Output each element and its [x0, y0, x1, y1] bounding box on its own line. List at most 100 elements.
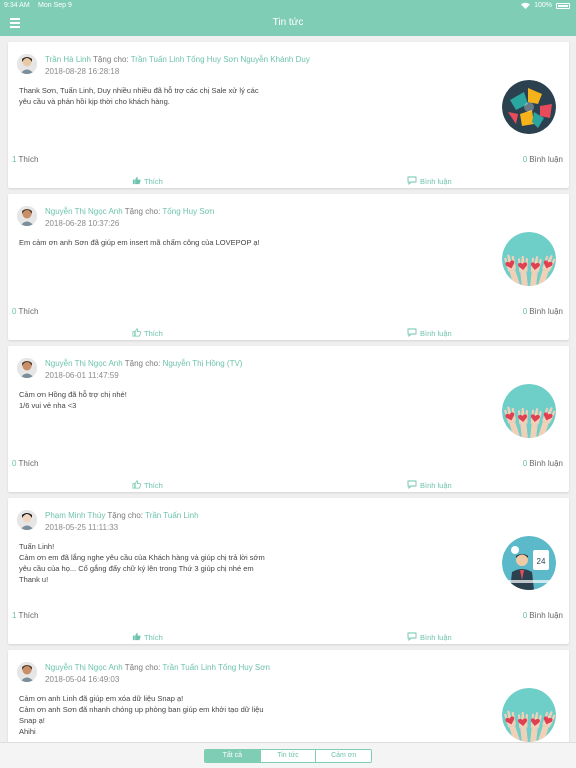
like-count: 0 Thích — [12, 307, 38, 316]
comment-button[interactable]: Bình luận — [407, 328, 452, 339]
post-message: Cảm ơn Hồng đã hỗ trợ chị nhé! 1/6 vui vẻ… — [19, 389, 279, 411]
like-button[interactable]: Thích — [132, 480, 163, 491]
thumbs-up-icon — [132, 328, 141, 339]
thumbs-up-icon — [132, 176, 141, 187]
message-line: Cảm ơn Hồng đã hỗ trợ chị nhé! — [19, 390, 127, 399]
post-message: Cảm ơn anh Linh đã giúp em xóa dữ liệu S… — [19, 693, 279, 737]
status-date: Mon Sep 9 — [38, 2, 72, 9]
like-count-label: Thích — [18, 155, 39, 164]
comment-count: 0 Bình luận — [523, 459, 563, 468]
comment-icon — [407, 632, 417, 643]
comment-count-label: Bình luận — [529, 307, 563, 316]
message-line: Cảm ơn anh Sơn đã nhanh chóng up phòng b… — [19, 705, 264, 714]
message-line: 1/6 vui vẻ nha <3 — [19, 401, 77, 410]
receiver-names[interactable]: Tống Huy Sơn — [162, 207, 214, 216]
tab-news[interactable]: Tin tức — [260, 750, 317, 762]
author-name[interactable]: Nguyễn Thị Ngọc Anh — [45, 359, 123, 368]
avatar[interactable] — [17, 54, 37, 74]
wifi-icon — [521, 2, 531, 9]
gift-label: Tặng cho: — [124, 207, 161, 216]
message-line: Thank u! — [19, 575, 49, 584]
comment-button[interactable]: Bình luận — [407, 632, 452, 643]
post-date: 2018-08-28 16:28:18 — [45, 67, 120, 76]
like-button[interactable]: Thích — [132, 176, 163, 187]
gift-label: Tặng cho: — [93, 55, 129, 64]
comment-button[interactable]: Bình luận — [407, 480, 452, 491]
comment-count: 0 Bình luận — [523, 611, 563, 620]
sticker-image — [502, 80, 556, 134]
gift-label: Tặng cho: — [124, 359, 161, 368]
comment-count-value: 0 — [522, 155, 528, 164]
comment-button[interactable]: Bình luận — [407, 176, 452, 187]
status-time: 9:34 AM — [4, 2, 30, 9]
author-name[interactable]: Nguyễn Thị Ngọc Anh — [45, 207, 123, 216]
avatar[interactable] — [17, 206, 37, 226]
message-line: Cảm ơn em đã lắng nghe yêu cầu của Khách… — [19, 553, 265, 562]
avatar[interactable] — [17, 662, 37, 682]
comment-icon — [407, 328, 417, 339]
receiver-names[interactable]: Trần Tuấn Linh Tống Huy Sơn Nguyễn Khánh… — [131, 55, 310, 64]
segmented-control: Tất cả Tin tức Cảm ơn — [204, 749, 372, 763]
comment-count-value: 0 — [522, 611, 528, 620]
page-title: Tin tức — [272, 17, 304, 28]
avatar[interactable] — [17, 510, 37, 530]
like-button[interactable]: Thích — [132, 328, 163, 339]
gift-label: Tặng cho: — [124, 663, 161, 672]
comment-count: 0 Bình luận — [523, 307, 563, 316]
post-message: Thank Sơn, Tuấn Linh, Duy nhiều nhiều đã… — [19, 85, 279, 107]
sticker-image — [502, 232, 556, 286]
post-message: Tuấn Linh! Cảm ơn em đã lắng nghe yêu cầu… — [19, 541, 279, 585]
like-button-label: Thích — [144, 177, 163, 186]
like-button[interactable]: Thích — [132, 632, 163, 643]
avatar[interactable] — [17, 358, 37, 378]
status-bar: 9:34 AM Mon Sep 9 100% — [0, 0, 576, 12]
like-count: 1 Thích — [12, 155, 38, 164]
comment-count-label: Bình luận — [529, 459, 563, 468]
like-button-label: Thích — [144, 633, 163, 642]
like-count-value: 1 — [12, 155, 17, 164]
thumbs-up-icon — [132, 632, 141, 643]
receiver-names[interactable]: Trần Tuấn Linh Tống Huy Sơn — [162, 663, 270, 672]
thumbs-up-icon — [132, 480, 141, 491]
message-line: Snap ạ! — [19, 716, 45, 725]
comment-count-value: 0 — [522, 459, 528, 468]
like-count-label: Thích — [18, 611, 39, 620]
author-name[interactable]: Trần Hà Linh — [45, 55, 91, 64]
sticker-image — [502, 688, 556, 742]
comment-count-label: Bình luận — [529, 155, 563, 164]
message-line: Tuấn Linh! — [19, 542, 55, 551]
message-line: Em cảm ơn anh Sơn đã giúp em insert mã c… — [19, 238, 260, 247]
like-count-label: Thích — [18, 307, 39, 316]
like-count: 1 Thích — [12, 611, 38, 620]
like-count-value: 0 — [12, 459, 17, 468]
comment-count: 0 Bình luận — [523, 155, 563, 164]
post-card: Trần Hà Linh Tặng cho: Trần Tuấn Linh Tố… — [8, 42, 569, 188]
comment-button-label: Bình luận — [420, 481, 452, 490]
post-card: Nguyễn Thị Ngọc Anh Tặng cho: Tống Huy S… — [8, 194, 569, 340]
message-line: yêu cầu của họ... Cố gắng đẩy chữ ký lên… — [19, 564, 254, 573]
message-line: Thank Sơn, Tuấn Linh, Duy nhiều nhiều đã… — [19, 86, 259, 95]
comment-count-label: Bình luận — [529, 611, 563, 620]
receiver-names[interactable]: Nguyễn Thị Hồng (TV) — [163, 359, 243, 368]
like-button-label: Thích — [144, 329, 163, 338]
post-meta: Phạm Minh Thúy Tặng cho: Trần Tuấn Linh — [45, 511, 199, 520]
receiver-names[interactable]: Trần Tuấn Linh — [145, 511, 199, 520]
post-date: 2018-05-25 11:11:33 — [45, 523, 119, 532]
sticker-image: 24 — [502, 536, 556, 590]
tab-thanks[interactable]: Cảm ơn — [316, 750, 371, 762]
status-right: 100% — [521, 2, 570, 9]
gift-label: Tặng cho: — [107, 511, 143, 520]
post-date: 2018-06-28 10:37:26 — [45, 219, 120, 228]
news-feed[interactable]: Trần Hà Linh Tặng cho: Trần Tuấn Linh Tố… — [0, 36, 576, 742]
author-name[interactable]: Phạm Minh Thúy — [45, 511, 105, 520]
svg-text:24: 24 — [537, 557, 546, 566]
like-count: 0 Thích — [12, 459, 38, 468]
like-count-value: 1 — [12, 611, 17, 620]
post-meta: Nguyễn Thị Ngọc Anh Tặng cho: Tống Huy S… — [45, 207, 214, 216]
author-name[interactable]: Nguyễn Thị Ngọc Anh — [45, 663, 123, 672]
tab-all[interactable]: Tất cả — [205, 750, 261, 762]
post-date: 2018-06-01 11:47:59 — [45, 371, 119, 380]
app-header: Tin tức — [0, 12, 576, 36]
post-meta: Nguyễn Thị Ngọc Anh Tặng cho: Nguyễn Thị… — [45, 359, 242, 368]
post-meta: Nguyễn Thị Ngọc Anh Tặng cho: Trần Tuấn … — [45, 663, 270, 672]
